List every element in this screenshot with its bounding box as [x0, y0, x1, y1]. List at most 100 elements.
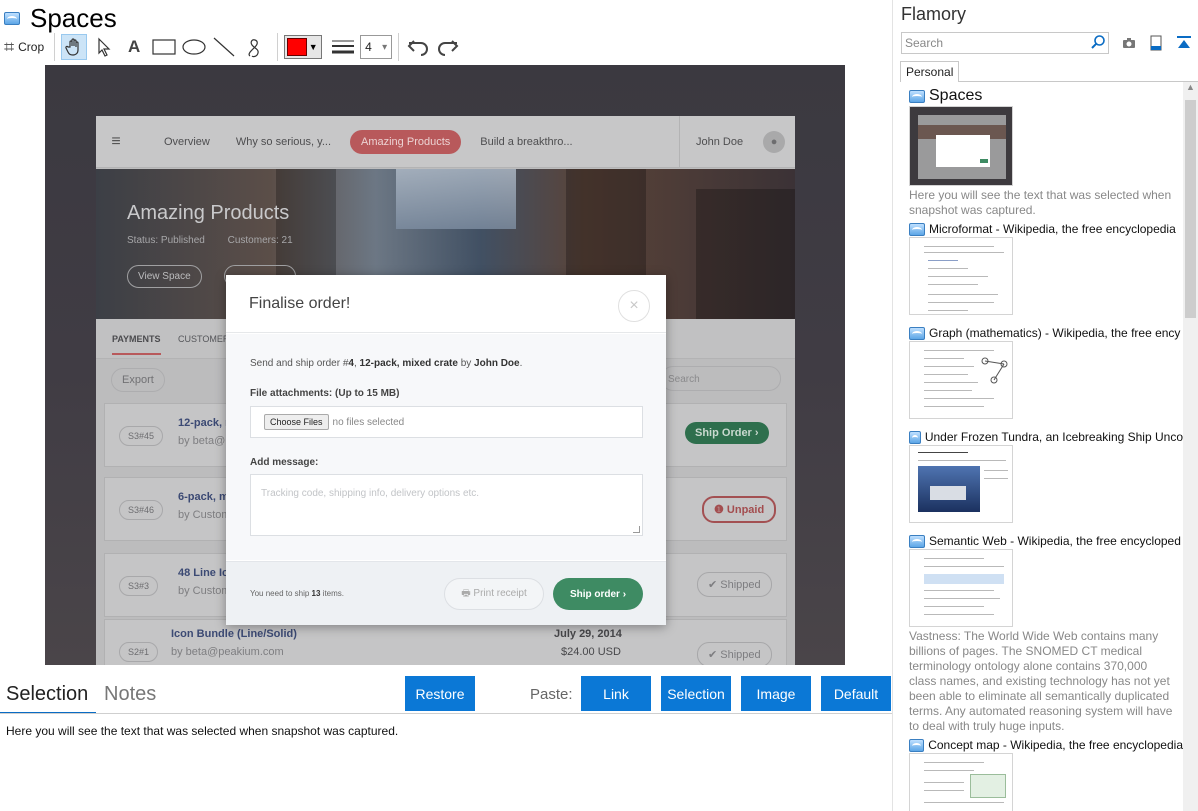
- toolbar-divider: [277, 33, 279, 61]
- snapshot-title: Graph (mathematics) - Wikipedia, the fre…: [929, 326, 1181, 340]
- snapshot-title: Under Frozen Tundra, an Icebreaking Ship…: [924, 430, 1183, 444]
- order-title: 6-pack, m: [178, 491, 229, 503]
- ellipse-tool-button[interactable]: [181, 34, 207, 60]
- chevron-down-icon: ▾: [382, 41, 388, 53]
- snapshot-title: Spaces: [929, 87, 983, 104]
- crop-label: Crop: [18, 40, 45, 54]
- order-price: $24.00 USD: [561, 646, 621, 658]
- redo-button[interactable]: [435, 34, 461, 60]
- file-attachment-field: Choose Files no files selected: [250, 406, 643, 438]
- order-code: S3#3: [119, 576, 159, 596]
- attachments-label: File attachments: (Up to 15 MB): [250, 388, 400, 399]
- snapshot-nav: ≡ Overview Why so serious, y... Amazing …: [96, 116, 795, 168]
- modal-footer: You need to ship 13 items. 🖶 Print recei…: [226, 561, 666, 625]
- rectangle-icon: [152, 39, 176, 55]
- order-code: S3#45: [119, 426, 164, 446]
- page-title: Spaces: [30, 2, 117, 33]
- snapshot-user: John Doe ●: [679, 116, 795, 168]
- tab-selection[interactable]: Selection: [6, 683, 88, 714]
- hand-tool-button[interactable]: [61, 34, 88, 60]
- snapshot-icon: [909, 738, 925, 752]
- selection-text[interactable]: Here you will see the text that was sele…: [6, 724, 398, 738]
- line-width-icon: [332, 40, 355, 54]
- panel-divider[interactable]: [892, 0, 893, 811]
- message-textarea: Tracking code, shipping info, delivery o…: [250, 474, 643, 536]
- snapshot-thumbnail: [909, 237, 1013, 315]
- paste-selection-button[interactable]: Selection: [661, 676, 731, 711]
- paste-link-button[interactable]: Link: [581, 676, 651, 711]
- crop-icon: ⌗: [4, 36, 15, 57]
- line-icon: [213, 37, 235, 57]
- snapshot-tab: Build a breakthro...: [480, 135, 573, 148]
- ship-note: You need to ship 13 items.: [250, 589, 345, 598]
- list-item[interactable]: Microformat - Wikipedia, the free encycl…: [909, 222, 1183, 315]
- tab-notes[interactable]: Notes: [104, 683, 156, 706]
- chevron-down-icon: ▼: [308, 42, 318, 52]
- modal-title: Finalise order!: [249, 295, 351, 312]
- snapshot-tab: Why so serious, y...: [235, 135, 331, 148]
- subtab-payments: PAYMENTS: [112, 334, 161, 355]
- line-tool-button[interactable]: [211, 34, 237, 60]
- scrollbar[interactable]: ▲: [1183, 82, 1198, 811]
- order-date: July 29, 2014: [554, 628, 622, 640]
- hero-title: Amazing Products: [127, 202, 290, 224]
- status-badge: ❶ Unpaid: [702, 496, 777, 523]
- snapshot-icon: [909, 534, 925, 548]
- search-input[interactable]: Search: [901, 32, 1109, 54]
- pointer-tool-button[interactable]: [91, 34, 117, 60]
- tab-personal[interactable]: Personal: [900, 61, 960, 82]
- snapshot-title: Microformat - Wikipedia, the free encycl…: [929, 222, 1176, 236]
- list-item[interactable]: Under Frozen Tundra, an Icebreaking Ship…: [909, 430, 1183, 523]
- paste-default-button[interactable]: Default: [821, 676, 891, 711]
- list-item[interactable]: Spaces Here you will see the text that w…: [909, 87, 1183, 218]
- toolbar-divider: [398, 33, 400, 61]
- list-item[interactable]: Semantic Web - Wikipedia, the free encyc…: [909, 534, 1183, 734]
- line-width-button[interactable]: [330, 34, 356, 60]
- order-title: Icon Bundle (Line/Solid): [171, 628, 297, 640]
- rectangle-tool-button[interactable]: [151, 34, 177, 60]
- view-space-button: View Space: [127, 265, 202, 288]
- line-width-value: 4: [365, 40, 372, 54]
- status-badge: Ship Order ›: [685, 422, 769, 444]
- message-label: Add message:: [250, 457, 319, 468]
- undo-button[interactable]: [405, 34, 431, 60]
- snapshot-thumbnail: [909, 753, 1013, 811]
- divider: [0, 713, 893, 714]
- color-picker[interactable]: ▼: [284, 35, 323, 59]
- list-item[interactable]: Graph (mathematics) - Wikipedia, the fre…: [909, 326, 1183, 419]
- document-icon[interactable]: [1148, 34, 1164, 52]
- line-width-select[interactable]: 4 ▾: [360, 35, 393, 59]
- redo-icon: [438, 40, 459, 56]
- modal-body: Send and ship order #4, 12-pack, mixed c…: [226, 334, 666, 560]
- snapshot-title: Semantic Web - Wikipedia, the free encyc…: [929, 534, 1181, 548]
- table-row: S2#1 Icon Bundle (Line/Solid) by beta@pe…: [104, 619, 787, 665]
- list-item[interactable]: Concept map - Wikipedia, the free encycl…: [909, 738, 1183, 811]
- modal-header: Finalise order! ×: [226, 275, 666, 333]
- snapshot-thumbnail: [909, 341, 1013, 419]
- paste-image-button[interactable]: Image: [741, 676, 811, 711]
- scroll-up-icon[interactable]: ▲: [1183, 82, 1198, 98]
- snapshot-thumbnail: [909, 106, 1013, 186]
- snapshot-search: Search: [661, 366, 781, 391]
- search-icon[interactable]: [1090, 34, 1106, 50]
- snapshot-title: Concept map - Wikipedia, the free encycl…: [928, 738, 1183, 752]
- collapse-icon[interactable]: [1176, 34, 1192, 52]
- text-tool-button[interactable]: A: [121, 34, 147, 60]
- order-customer: John Doe: [474, 358, 520, 369]
- freehand-tool-button[interactable]: [241, 34, 267, 60]
- freehand-icon: [248, 39, 259, 58]
- color-swatch: [287, 38, 308, 56]
- modal-description: Send and ship order #4, 12-pack, mixed c…: [250, 358, 523, 369]
- order-code: S3#46: [119, 500, 164, 520]
- order-customer: by beta@peakium.com: [171, 646, 284, 658]
- crop-button[interactable]: ⌗ Crop: [4, 34, 44, 60]
- restore-button[interactable]: Restore: [405, 676, 475, 711]
- scroll-thumb[interactable]: [1185, 100, 1196, 318]
- camera-icon[interactable]: [1121, 34, 1137, 52]
- snapshot-icon: [909, 430, 921, 444]
- ship-order-button: Ship order ›: [553, 578, 643, 610]
- cursor-icon: [98, 37, 111, 57]
- snapshot-canvas[interactable]: ≡ Overview Why so serious, y... Amazing …: [45, 65, 845, 665]
- menu-icon: ≡: [111, 132, 121, 150]
- order-code: S2#1: [119, 642, 159, 662]
